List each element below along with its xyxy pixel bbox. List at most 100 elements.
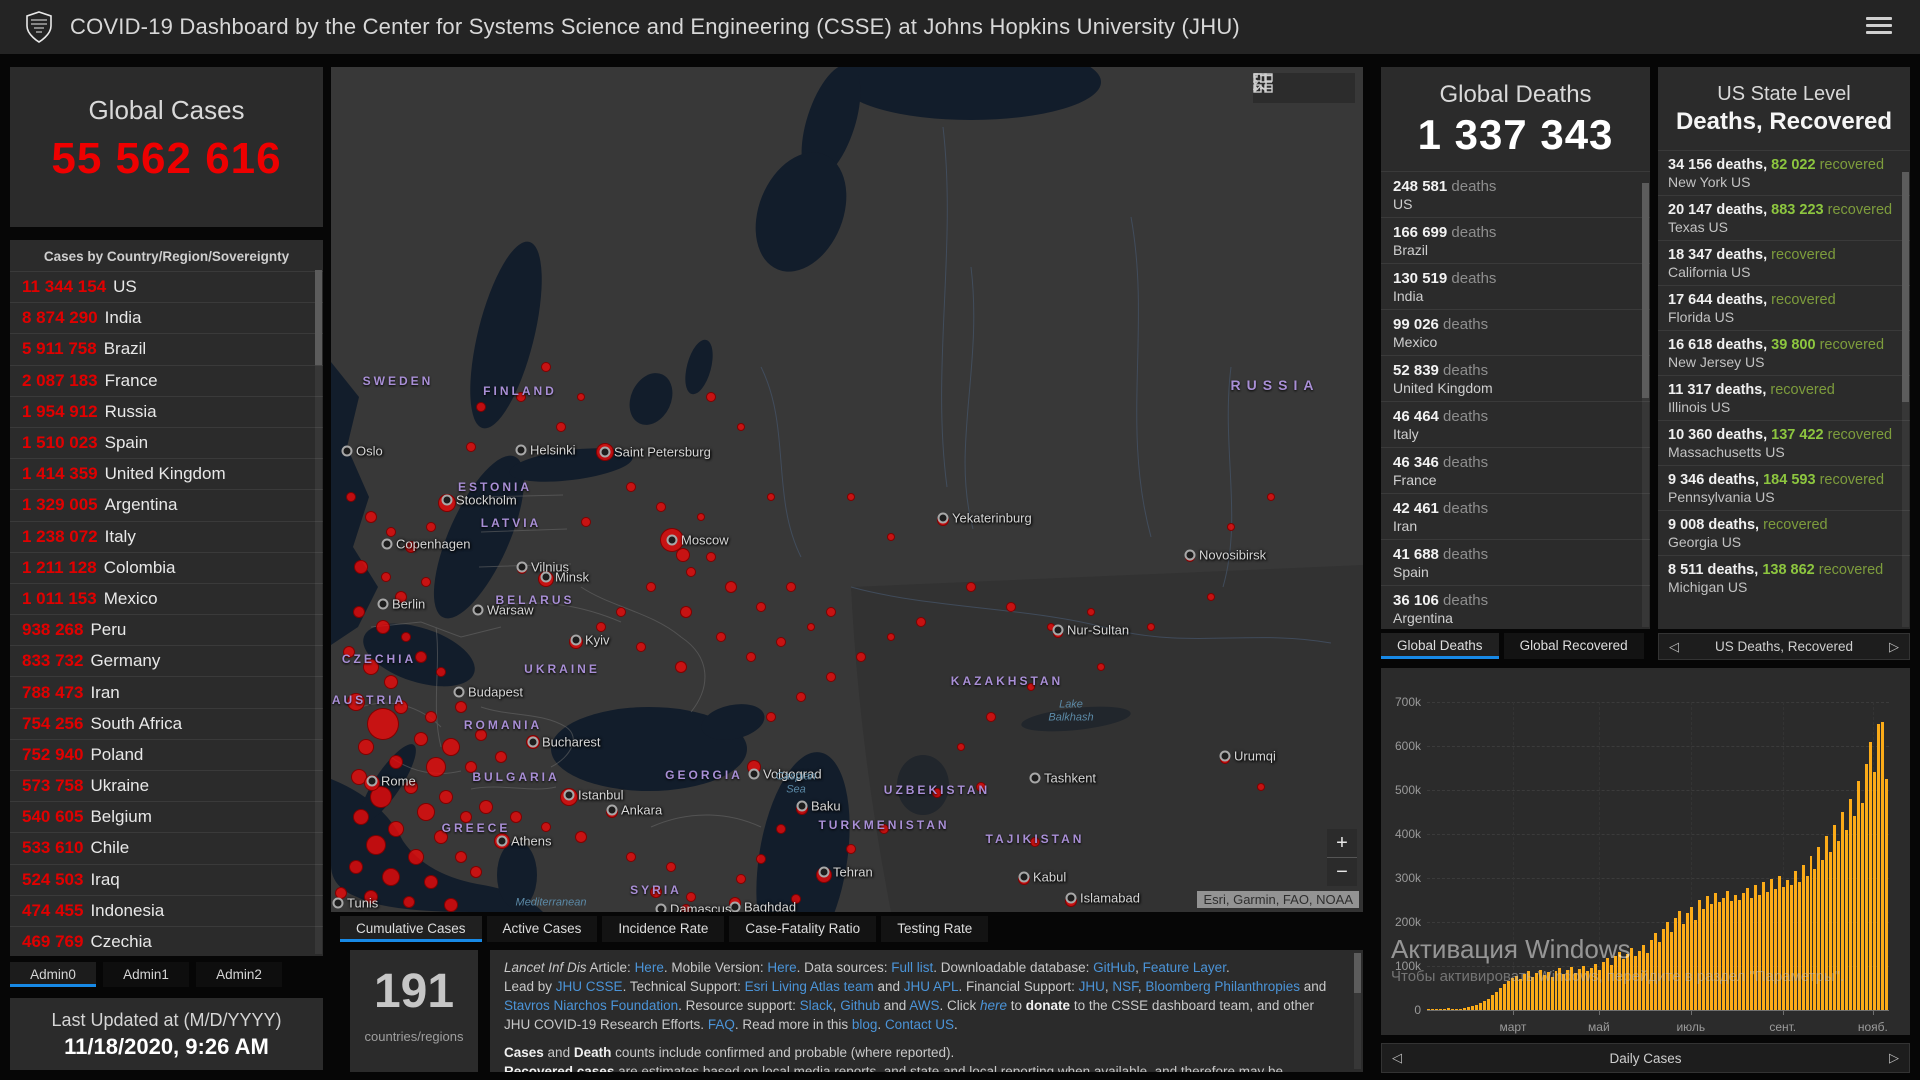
case-dot[interactable] (725, 581, 737, 593)
case-dot[interactable] (364, 890, 378, 904)
tab-global-deaths[interactable]: Global Deaths (1381, 633, 1499, 659)
case-dot[interactable] (1006, 602, 1016, 612)
footnote-link[interactable]: blog (852, 1017, 878, 1032)
case-dot[interactable] (541, 822, 551, 832)
tab-admin2[interactable]: Admin2 (196, 962, 282, 987)
case-dot[interactable] (376, 620, 390, 634)
footnote-scrollbar[interactable] (1354, 953, 1361, 1069)
country-case-row[interactable]: 1 414 359 United Kingdom (10, 458, 323, 489)
case-dot[interactable] (776, 824, 786, 834)
us-state-row[interactable]: 20 147 deaths, 883 223 recovered Texas US (1658, 195, 1910, 240)
case-dot[interactable] (1147, 623, 1155, 631)
country-case-row[interactable]: 1 238 072 Italy (10, 520, 323, 552)
case-dot[interactable] (746, 652, 756, 662)
case-dot[interactable] (347, 693, 365, 711)
case-dot[interactable] (656, 502, 666, 512)
footnote-link[interactable]: JHU APL (904, 979, 959, 994)
case-dot[interactable] (455, 851, 467, 863)
country-case-row[interactable]: 11 344 154 US (10, 271, 323, 302)
case-dot[interactable] (680, 606, 692, 618)
case-dot[interactable] (349, 860, 363, 874)
case-dot[interactable] (414, 732, 428, 746)
us-state-row[interactable]: 16 618 deaths, 39 800 recovered New Jerse… (1658, 330, 1910, 375)
case-dot[interactable] (581, 517, 591, 527)
country-case-row[interactable]: 752 940 Poland (10, 738, 323, 770)
case-dot[interactable] (366, 835, 386, 855)
case-dot[interactable] (706, 392, 716, 402)
case-dot[interactable] (479, 800, 493, 814)
case-dot[interactable] (716, 632, 726, 642)
case-dot[interactable] (358, 739, 374, 755)
case-dot[interactable] (957, 743, 965, 751)
country-case-row[interactable]: 469 769 Czechia (10, 925, 323, 956)
us-scrollbar[interactable] (1902, 172, 1909, 627)
case-dot[interactable] (476, 402, 486, 412)
case-dot[interactable] (697, 513, 705, 521)
case-dot[interactable] (776, 637, 786, 647)
tab-incidence-rate[interactable]: Incidence Rate (602, 916, 725, 942)
country-case-row[interactable]: 788 473 Iran (10, 676, 323, 707)
country-case-row[interactable]: 1 211 128 Colombia (10, 551, 323, 583)
case-dot[interactable] (666, 862, 676, 872)
case-dot[interactable] (887, 633, 895, 641)
case-dot[interactable] (421, 577, 431, 587)
footnote-link[interactable]: FAQ (708, 1017, 735, 1032)
case-dot[interactable] (404, 780, 418, 794)
footnote-link[interactable]: JHU CSSE (556, 979, 623, 994)
case-dot[interactable] (346, 492, 356, 502)
chart-pager-next[interactable]: ▷ (1879, 1050, 1909, 1066)
case-dot[interactable] (650, 886, 662, 898)
country-case-row[interactable]: 2 087 183 France (10, 364, 323, 396)
case-dot[interactable] (756, 602, 766, 612)
tab-active-cases[interactable]: Active Cases (486, 916, 598, 942)
case-dot[interactable] (986, 712, 996, 722)
case-dot[interactable] (646, 582, 656, 592)
case-dot[interactable] (596, 622, 606, 632)
case-dot[interactable] (626, 852, 636, 862)
us-state-row[interactable]: 9 346 deaths, 184 593 recovered Pennsylva… (1658, 465, 1910, 510)
country-case-row[interactable]: 938 268 Peru (10, 614, 323, 645)
deaths-row[interactable]: 248 581 deaths US (1381, 171, 1650, 217)
deaths-row[interactable]: 99 026 deaths Mexico (1381, 309, 1650, 355)
legend-list-icon[interactable] (1253, 73, 1315, 99)
case-dot[interactable] (354, 560, 368, 574)
footnote-link[interactable]: Stavros Niarchos Foundation (504, 998, 678, 1013)
case-dot[interactable] (766, 712, 776, 722)
case-dot[interactable] (686, 892, 696, 902)
country-case-row[interactable]: 1 329 005 Argentina (10, 489, 323, 520)
country-case-row[interactable]: 754 256 South Africa (10, 707, 323, 739)
case-dot[interactable] (444, 898, 458, 912)
case-dot[interactable] (966, 582, 976, 592)
case-dot[interactable] (1087, 608, 1095, 616)
case-dot[interactable] (556, 422, 566, 432)
deaths-row[interactable]: 52 839 deaths United Kingdom (1381, 355, 1650, 401)
case-dot[interactable] (353, 809, 369, 825)
case-dot[interactable] (879, 824, 889, 834)
case-dot[interactable] (676, 548, 690, 562)
us-pager-next[interactable]: ▷ (1879, 639, 1909, 655)
case-dot[interactable] (426, 522, 436, 532)
deaths-row[interactable]: 46 346 deaths France (1381, 447, 1650, 493)
tab-admin1[interactable]: Admin1 (103, 962, 189, 987)
footnote-link[interactable]: AWS (909, 998, 939, 1013)
case-dot[interactable] (384, 675, 398, 689)
case-dot[interactable] (887, 533, 895, 541)
footnote-link[interactable]: Here (635, 960, 664, 975)
case-dot[interactable] (470, 866, 482, 878)
case-dot[interactable] (932, 788, 942, 798)
case-dot[interactable] (636, 642, 646, 652)
footnote-link[interactable]: GitHub (1093, 960, 1135, 975)
case-dot[interactable] (408, 849, 424, 865)
footnote-link[interactable]: Here (767, 960, 796, 975)
us-state-row[interactable]: 34 156 deaths, 82 022 recovered New York … (1658, 150, 1910, 195)
case-dot[interactable] (681, 904, 691, 912)
case-dot[interactable] (846, 844, 856, 854)
country-case-row[interactable]: 524 503 Iraq (10, 863, 323, 895)
case-dot[interactable] (756, 854, 766, 864)
case-dot[interactable] (405, 541, 417, 553)
footnote-link[interactable]: JHU (1079, 979, 1105, 994)
case-dot[interactable] (1207, 593, 1215, 601)
case-dot[interactable] (415, 651, 427, 663)
case-dot[interactable] (807, 623, 815, 631)
tab-case-fatality-ratio[interactable]: Case-Fatality Ratio (729, 916, 877, 942)
